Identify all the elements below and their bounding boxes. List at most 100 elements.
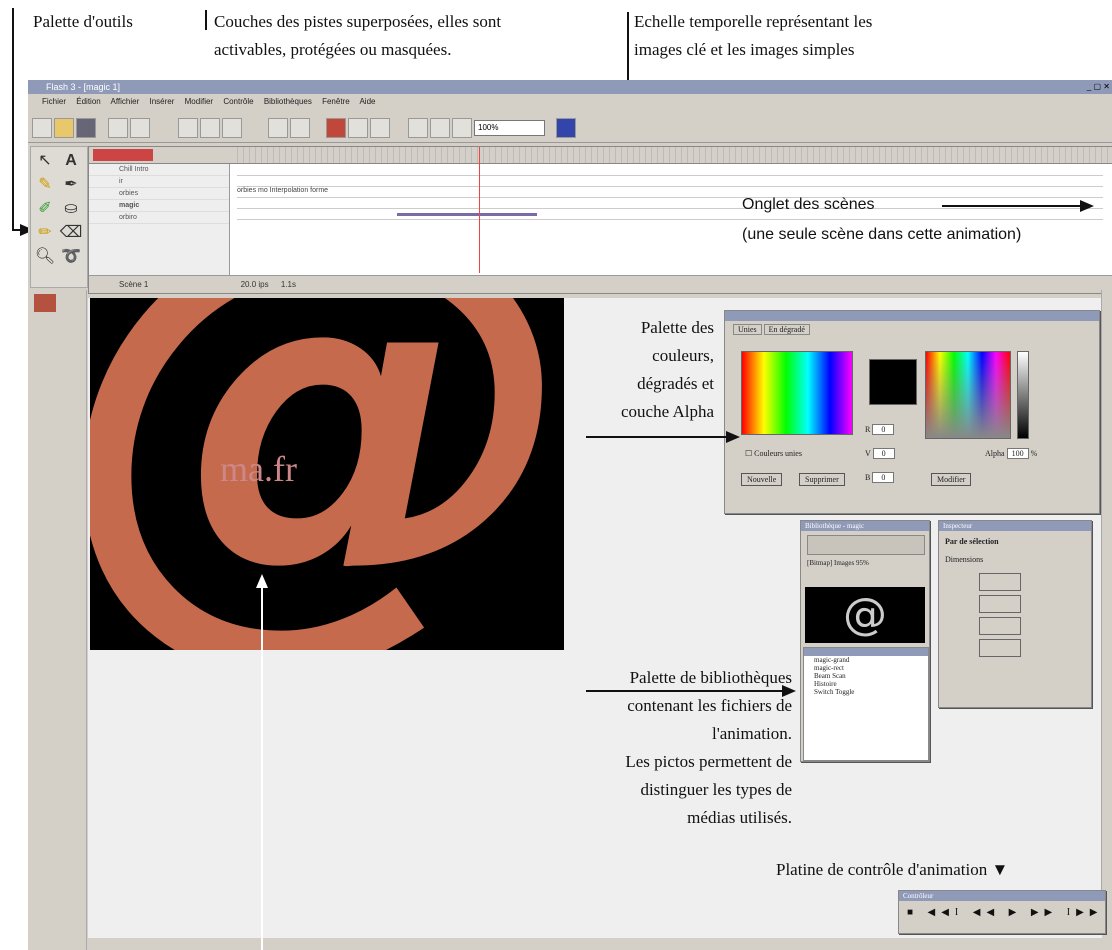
- menu-view[interactable]: Affichier: [111, 97, 140, 106]
- step-back-button[interactable]: ◀◀: [973, 907, 1000, 918]
- zoom-tool-icon[interactable]: 🔍︎: [33, 245, 57, 269]
- layer-row[interactable]: ir: [89, 176, 229, 188]
- tab-gradient[interactable]: En dégradé: [763, 324, 810, 335]
- layer-row[interactable]: Chill Intro: [89, 164, 229, 176]
- annotation-text: images clé et les images simples: [634, 40, 855, 59]
- menu-edit[interactable]: Édition: [76, 97, 100, 106]
- arrow-tool-icon[interactable]: ↖: [33, 149, 57, 173]
- dropper-tool-icon[interactable]: ✏: [33, 221, 57, 245]
- paste-icon[interactable]: [222, 118, 242, 138]
- dim-field[interactable]: [979, 617, 1021, 635]
- straighten-icon[interactable]: [370, 118, 390, 138]
- main-toolbar: 100%: [28, 110, 1112, 143]
- smooth-icon[interactable]: [348, 118, 368, 138]
- menu-libraries[interactable]: Bibliothèques: [264, 97, 312, 106]
- dim-field[interactable]: [979, 573, 1021, 591]
- stage-artwork[interactable]: @ ma.fr: [90, 298, 564, 650]
- library-toolbar[interactable]: [807, 535, 925, 555]
- frame-ruler[interactable]: [237, 147, 1112, 163]
- menu-control[interactable]: Contrôle: [223, 97, 253, 106]
- annotation-text: couche Alpha: [621, 402, 714, 421]
- ink-tool-icon[interactable]: ✐: [33, 197, 57, 221]
- library-title: Bibliothèque - magic: [801, 521, 929, 531]
- tools-palette: ↖ A ✎ ✒ ✐ ⛀ ✏ ⌫ 🔍︎ ➰: [30, 146, 88, 288]
- layer-track[interactable]: [237, 165, 1103, 176]
- elapsed-time: 1.1s: [280, 280, 296, 289]
- controller-title: Contrôleur: [899, 891, 1105, 901]
- menu-file[interactable]: Fichier: [42, 97, 66, 106]
- playhead[interactable]: [479, 147, 480, 273]
- menu-help[interactable]: Aide: [359, 97, 375, 106]
- forward-end-button[interactable]: I▶▶: [1067, 907, 1104, 918]
- tab-solid[interactable]: Unies: [733, 324, 762, 335]
- delete-color-button[interactable]: Supprimer: [799, 473, 845, 486]
- modify-color-button[interactable]: Modifier: [931, 473, 972, 486]
- print-icon[interactable]: [108, 118, 128, 138]
- menu-window[interactable]: Fenêtre: [322, 97, 350, 106]
- timeline-footer: Scène 1 20.0 ips 1.1s: [89, 275, 1112, 293]
- alpha-value[interactable]: 100: [1006, 448, 1029, 459]
- library-item[interactable]: magic-rect: [804, 664, 928, 672]
- layer-list: Chill Intro ir orbies magic orbiro: [89, 164, 230, 275]
- step-forward-button[interactable]: ▶▶: [1031, 907, 1058, 918]
- annotation-text: Les pictos permettent de: [625, 752, 792, 771]
- undo-icon[interactable]: [268, 118, 288, 138]
- snap-icon[interactable]: [326, 118, 346, 138]
- layer-track[interactable]: [237, 176, 1103, 187]
- scale-icon[interactable]: [430, 118, 450, 138]
- pointer-line: [12, 8, 14, 230]
- lasso-tool-icon[interactable]: ➰: [59, 245, 83, 269]
- dim-field[interactable]: [979, 639, 1021, 657]
- layer-row[interactable]: magic: [89, 200, 229, 212]
- menu-modify[interactable]: Modifier: [185, 97, 213, 106]
- solid-colors-checkbox[interactable]: ☐ Couleurs unies: [745, 449, 802, 458]
- library-preview-caption: [Bitmap] Images 95%: [807, 559, 869, 567]
- window-controls[interactable]: _ ▢ ✕: [1087, 82, 1110, 91]
- library-item[interactable]: magic-grand: [804, 656, 928, 664]
- align-icon[interactable]: [452, 118, 472, 138]
- zoom-select[interactable]: 100%: [474, 120, 545, 136]
- menu-insert[interactable]: Insérer: [150, 97, 175, 106]
- pencil-tool-icon[interactable]: ✎: [33, 173, 57, 197]
- new-color-button[interactable]: Nouvelle: [741, 473, 783, 486]
- vertical-scrollbar[interactable]: [1101, 290, 1112, 920]
- scene-tab[interactable]: Scène 1: [119, 280, 148, 289]
- eraser-tool-icon[interactable]: ⌫: [59, 221, 83, 245]
- stop-button[interactable]: ■: [907, 907, 919, 918]
- library-item[interactable]: Histoire: [804, 680, 928, 688]
- library-item[interactable]: Switch Toggle: [804, 688, 928, 696]
- new-icon[interactable]: [32, 118, 52, 138]
- r-value[interactable]: 0: [872, 424, 895, 435]
- rewind-start-button[interactable]: ◀◀I: [928, 907, 965, 918]
- copy-icon[interactable]: [200, 118, 220, 138]
- cut-icon[interactable]: [178, 118, 198, 138]
- save-icon[interactable]: [76, 118, 96, 138]
- rotate-icon[interactable]: [408, 118, 428, 138]
- play-button[interactable]: ▶: [1009, 907, 1023, 918]
- g-value[interactable]: 0: [872, 448, 895, 459]
- frame-rate: 20.0 ips: [240, 280, 269, 289]
- text-tool-icon[interactable]: A: [59, 149, 83, 173]
- r-label: R: [865, 425, 871, 434]
- layer-row[interactable]: orbies: [89, 188, 229, 200]
- print-preview-icon[interactable]: [130, 118, 150, 138]
- at-symbol-graphic: @: [90, 298, 564, 650]
- swatch-grid[interactable]: [741, 351, 853, 435]
- color-spectrum[interactable]: [925, 351, 1011, 439]
- library-list-header: [804, 648, 928, 656]
- brush-tool-icon[interactable]: ✒: [59, 173, 83, 197]
- help-icon[interactable]: [556, 118, 576, 138]
- snap-option-icon[interactable]: [34, 294, 56, 312]
- brightness-slider[interactable]: [1017, 351, 1029, 439]
- pointer-line: [205, 10, 207, 30]
- open-icon[interactable]: [54, 118, 74, 138]
- bucket-tool-icon[interactable]: ⛀: [59, 197, 83, 221]
- layer-buttons[interactable]: [93, 149, 153, 161]
- layer-row[interactable]: orbiro: [89, 212, 229, 224]
- library-item[interactable]: Beam Scan: [804, 672, 928, 680]
- dim-field[interactable]: [979, 595, 1021, 613]
- redo-icon[interactable]: [290, 118, 310, 138]
- b-value[interactable]: 0: [872, 472, 895, 483]
- current-color-swatch[interactable]: [869, 359, 917, 405]
- pointer-arrow: [782, 685, 796, 697]
